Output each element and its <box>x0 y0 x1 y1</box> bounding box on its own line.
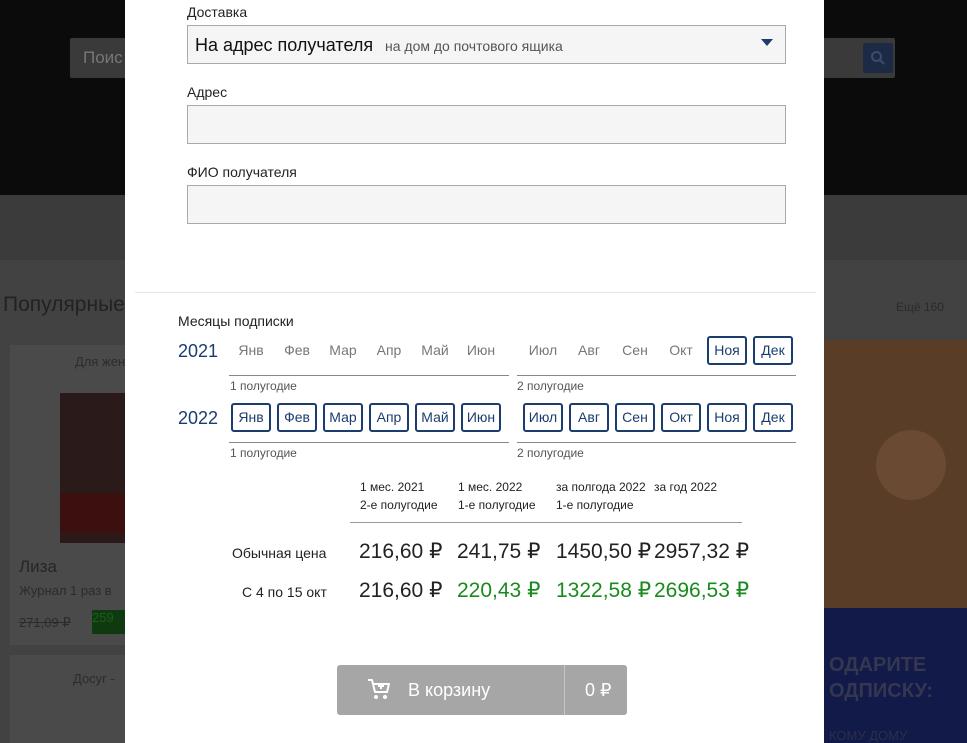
popular-section-title: Популярные <box>3 293 125 316</box>
delivery-label: Доставка <box>187 4 248 20</box>
card-old-price: 271,09 ₽ <box>19 615 71 630</box>
site-search-placeholder: Поис <box>83 48 123 67</box>
half-year-label: 2 полугодие <box>517 446 584 460</box>
card-title: Лиза <box>19 557 57 576</box>
add-to-cart-label: В корзину <box>408 680 491 700</box>
promo-price-value: 216,60 ₽ <box>359 579 443 602</box>
subscription-months-label: Месяцы подписки <box>178 313 294 329</box>
column-period: 1 мес. 2021 <box>360 480 425 494</box>
regular-price-value: 1450,50 ₽ <box>556 540 652 563</box>
promo-price-label: С 4 по 15 окт <box>242 584 327 600</box>
month-toggle-2021-10[interactable]: Окт <box>661 336 701 365</box>
month-toggle-2022-4[interactable]: Апр <box>369 403 409 432</box>
price-table-divider <box>350 522 742 523</box>
section-divider <box>135 292 816 293</box>
cart-icon <box>368 679 390 699</box>
price-column-header: 1 мес. 2021 2-е полугодие <box>360 478 438 514</box>
promo-price-value: 220,43 ₽ <box>457 579 541 602</box>
month-toggle-2021-5[interactable]: Май <box>415 336 455 365</box>
column-period: за год 2022 <box>654 480 718 494</box>
month-toggle-2022-10[interactable]: Окт <box>661 403 701 432</box>
promo-subtext: КОМУ ДОМУ <box>829 728 908 743</box>
month-toggle-2021-11[interactable]: Ноя <box>707 336 747 365</box>
month-toggle-2021-9[interactable]: Сен <box>615 336 655 365</box>
promo-banner: ОДАРИТЕ ОДПИСКУ: КОМУ ДОМУ <box>824 340 967 743</box>
price-column-header: за год 2022 <box>654 478 717 496</box>
subscription-modal: Доставка На адрес получателя на дом до п… <box>125 0 824 743</box>
more-link: Ещё 160 <box>896 300 944 314</box>
price-column-header: за полгода 2022 1-е полугодие <box>556 478 646 514</box>
column-half: 1-е полугодие <box>458 498 536 512</box>
month-toggle-2021-4[interactable]: Апр <box>369 336 409 365</box>
month-toggle-2022-1[interactable]: Янв <box>231 403 271 432</box>
month-toggle-2021-6[interactable]: Июн <box>461 336 501 365</box>
column-half: 2-е полугодие <box>360 498 438 512</box>
card-category: Досуг - <box>73 671 115 686</box>
card-category: Для жен <box>75 354 126 369</box>
promo-price-value: 2696,53 ₽ <box>654 579 750 602</box>
month-toggle-2021-7[interactable]: Июл <box>523 336 563 365</box>
cart-button-divider <box>564 665 565 715</box>
half-year-label: 1 полугодие <box>230 379 297 393</box>
half-divider <box>517 375 796 376</box>
month-toggle-2022-9[interactable]: Сен <box>615 403 655 432</box>
promo-line-1: ОДАРИТЕ <box>829 654 927 676</box>
month-toggle-2022-3[interactable]: Мар <box>323 403 363 432</box>
promo-illustration <box>824 340 967 608</box>
regular-price-value: 2957,32 ₽ <box>654 540 750 563</box>
card-price-badge: 259 <box>92 610 126 634</box>
column-period: 1 мес. 2022 <box>458 480 523 494</box>
search-button <box>863 43 893 73</box>
month-toggle-2022-8[interactable]: Авг <box>569 403 609 432</box>
address-field[interactable] <box>187 105 786 144</box>
year-label-2022: 2022 <box>178 408 219 428</box>
month-toggle-2022-2[interactable]: Фев <box>277 403 317 432</box>
promo-line-2: ОДПИСКУ: <box>829 680 934 702</box>
month-toggle-2021-12[interactable]: Дек <box>753 336 793 365</box>
delivery-select[interactable]: На адрес получателя на дом до почтового … <box>187 25 786 64</box>
regular-price-value: 241,75 ₽ <box>457 540 541 563</box>
recipient-name-field[interactable] <box>187 185 786 224</box>
card-subtitle: Журнал 1 раз в <box>19 583 112 598</box>
cart-total: 0 ₽ <box>585 680 612 700</box>
month-toggle-2021-3[interactable]: Мар <box>323 336 363 365</box>
search-icon <box>871 51 885 65</box>
month-toggle-2022-5[interactable]: Май <box>415 403 455 432</box>
month-toggle-2022-11[interactable]: Ноя <box>707 403 747 432</box>
month-toggle-2021-1[interactable]: Янв <box>231 336 271 365</box>
month-toggle-2022-6[interactable]: Июн <box>461 403 501 432</box>
half-year-label: 2 полугодие <box>517 379 584 393</box>
recipient-label: ФИО получателя <box>187 164 297 180</box>
month-toggle-2022-12[interactable]: Дек <box>753 403 793 432</box>
promo-heading: ОДАРИТЕ ОДПИСКУ: <box>829 652 933 704</box>
half-divider <box>517 442 796 443</box>
month-toggle-2021-8[interactable]: Авг <box>569 336 609 365</box>
add-to-cart-button[interactable]: В корзину 0 ₽ <box>337 665 627 715</box>
delivery-selected-value: На адрес получателя <box>195 35 374 55</box>
half-year-label: 1 полугодие <box>230 446 297 460</box>
chevron-down-icon <box>761 39 773 46</box>
column-half: 1-е полугодие <box>556 498 634 512</box>
magazine-cover <box>60 393 130 543</box>
column-period: за полгода 2022 <box>556 480 646 494</box>
month-toggle-2022-7[interactable]: Июл <box>523 403 563 432</box>
regular-price-label: Обычная цена <box>232 545 327 561</box>
regular-price-value: 216,60 ₽ <box>359 540 443 563</box>
month-toggle-2021-2[interactable]: Фев <box>277 336 317 365</box>
address-label: Адрес <box>187 84 228 100</box>
half-divider <box>229 375 509 376</box>
year-label-2021: 2021 <box>178 341 219 361</box>
price-column-header: 1 мес. 2022 1-е полугодие <box>458 478 536 514</box>
promo-price-value: 1322,58 ₽ <box>556 579 652 602</box>
half-divider <box>229 442 509 443</box>
illustration-face <box>876 430 946 500</box>
product-card <box>10 655 130 743</box>
delivery-hint: на дом до почтового ящика <box>385 38 563 54</box>
